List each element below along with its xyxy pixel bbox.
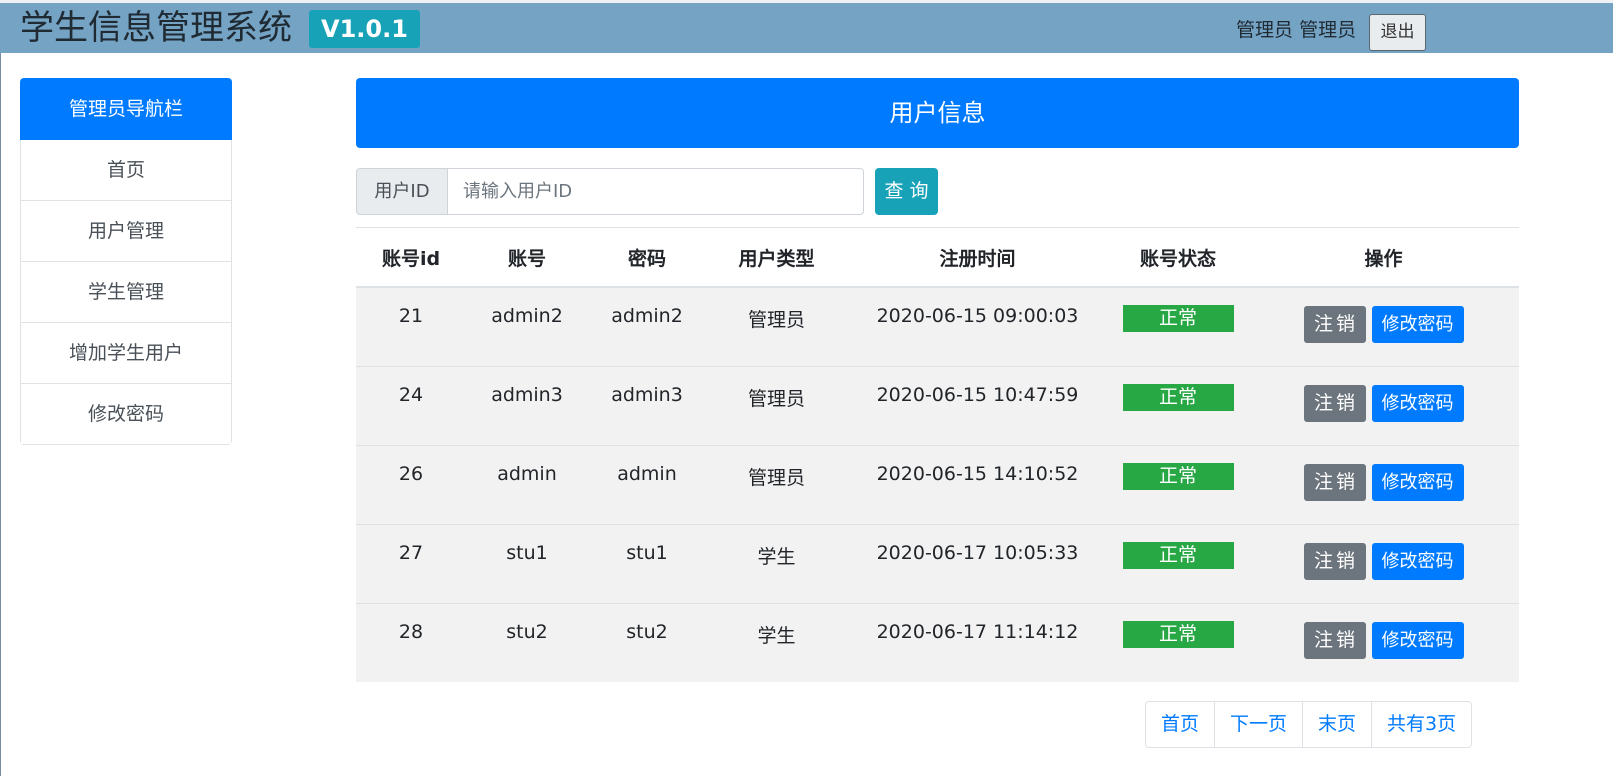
cell-registered: 2020-06-17 11:14:12 bbox=[847, 602, 1108, 682]
user-table: 账号id 账号 密码 用户类型 注册时间 账号状态 操作 21 admin2 a… bbox=[356, 227, 1519, 682]
cell-account: stu1 bbox=[466, 523, 588, 603]
query-button[interactable]: 查 询 bbox=[875, 168, 938, 215]
table-row: 28 stu2 stu2 学生 2020-06-17 11:14:12 正常 注… bbox=[356, 602, 1519, 682]
page-title: 用户信息 bbox=[356, 78, 1519, 148]
user-name: 管理员 bbox=[1299, 19, 1357, 41]
status-badge: 正常 bbox=[1122, 620, 1234, 648]
cell-actions: 注销 修改密码 bbox=[1248, 602, 1519, 682]
cell-user-type: 学生 bbox=[706, 523, 847, 603]
cell-status: 正常 bbox=[1108, 444, 1248, 524]
page-total-count[interactable]: 共有3页 bbox=[1371, 702, 1471, 747]
status-badge: 正常 bbox=[1122, 383, 1234, 411]
pagination: 首页 下一页 末页 共有3页 bbox=[1145, 701, 1473, 748]
cell-password: admin2 bbox=[588, 286, 706, 366]
cell-password: stu2 bbox=[588, 602, 706, 682]
cancel-account-button[interactable]: 注销 bbox=[1303, 306, 1366, 343]
logout-button[interactable]: 退出 bbox=[1369, 14, 1426, 51]
status-badge: 正常 bbox=[1122, 541, 1234, 569]
cell-account: admin2 bbox=[466, 286, 588, 366]
cell-id: 26 bbox=[356, 444, 466, 524]
column-header-actions: 操作 bbox=[1248, 227, 1519, 288]
cell-user-type: 管理员 bbox=[706, 286, 847, 366]
cell-status: 正常 bbox=[1108, 602, 1248, 682]
change-password-button[interactable]: 修改密码 bbox=[1371, 621, 1464, 659]
cell-account: admin bbox=[466, 444, 588, 524]
cell-status: 正常 bbox=[1108, 523, 1248, 603]
cell-account: admin3 bbox=[466, 365, 588, 445]
change-password-button[interactable]: 修改密码 bbox=[1371, 306, 1464, 343]
cell-id: 27 bbox=[356, 523, 466, 603]
cell-actions: 注销 修改密码 bbox=[1248, 286, 1519, 366]
current-user: 管理员 管理员 bbox=[1236, 17, 1356, 43]
user-role: 管理员 bbox=[1236, 19, 1294, 41]
cell-password: admin3 bbox=[588, 365, 706, 445]
sidebar-item-change-password[interactable]: 修改密码 bbox=[21, 383, 231, 444]
page-last-link[interactable]: 末页 bbox=[1302, 702, 1371, 747]
top-navbar: 学生信息管理系统 V1.0.1 管理员 管理员 退出 bbox=[0, 0, 1613, 53]
window-left-edge bbox=[0, 0, 1, 776]
change-password-button[interactable]: 修改密码 bbox=[1371, 384, 1464, 422]
cell-password: stu1 bbox=[588, 523, 706, 603]
status-badge: 正常 bbox=[1122, 305, 1234, 332]
cancel-account-button[interactable]: 注销 bbox=[1303, 463, 1366, 501]
cell-registered: 2020-06-15 14:10:52 bbox=[847, 444, 1108, 524]
column-header-password: 密码 bbox=[588, 227, 706, 288]
cancel-account-button[interactable]: 注销 bbox=[1303, 384, 1366, 422]
user-table-container: 账号id 账号 密码 用户类型 注册时间 账号状态 操作 21 admin2 a… bbox=[356, 227, 1519, 682]
cell-password: admin bbox=[588, 444, 706, 524]
table-row: 26 admin admin 管理员 2020-06-15 14:10:52 正… bbox=[356, 444, 1519, 524]
table-header-row: 账号id 账号 密码 用户类型 注册时间 账号状态 操作 bbox=[356, 227, 1519, 288]
cell-id: 21 bbox=[356, 286, 466, 366]
cell-id: 24 bbox=[356, 365, 466, 445]
table-row: 21 admin2 admin2 管理员 2020-06-15 09:00:03… bbox=[356, 286, 1519, 366]
sidebar-menu: 首页 用户管理 学生管理 增加学生用户 修改密码 bbox=[20, 140, 232, 445]
page-first-link[interactable]: 首页 bbox=[1146, 702, 1214, 747]
cell-registered: 2020-06-17 10:05:33 bbox=[847, 523, 1108, 603]
version-badge: V1.0.1 bbox=[309, 10, 420, 48]
app-title: 学生信息管理系统 bbox=[20, 8, 292, 48]
cancel-account-button[interactable]: 注销 bbox=[1303, 542, 1366, 580]
change-password-button[interactable]: 修改密码 bbox=[1371, 542, 1464, 580]
table-row: 24 admin3 admin3 管理员 2020-06-15 10:47:59… bbox=[356, 365, 1519, 445]
cell-registered: 2020-06-15 10:47:59 bbox=[847, 365, 1108, 445]
sidebar-item-user-management[interactable]: 用户管理 bbox=[21, 200, 231, 261]
status-badge: 正常 bbox=[1122, 462, 1234, 490]
cell-user-type: 学生 bbox=[706, 602, 847, 682]
admin-sidebar: 管理员导航栏 首页 用户管理 学生管理 增加学生用户 修改密码 bbox=[20, 78, 232, 445]
sidebar-item-add-student-user[interactable]: 增加学生用户 bbox=[21, 322, 231, 383]
cell-actions: 注销 修改密码 bbox=[1248, 523, 1519, 603]
column-header-status: 账号状态 bbox=[1108, 227, 1248, 288]
change-password-button[interactable]: 修改密码 bbox=[1371, 463, 1464, 501]
search-label: 用户ID bbox=[356, 168, 447, 215]
sidebar-title: 管理员导航栏 bbox=[20, 78, 232, 140]
cell-registered: 2020-06-15 09:00:03 bbox=[847, 286, 1108, 366]
cell-actions: 注销 修改密码 bbox=[1248, 444, 1519, 524]
cell-account: stu2 bbox=[466, 602, 588, 682]
column-header-id: 账号id bbox=[356, 227, 466, 288]
page-next-link[interactable]: 下一页 bbox=[1214, 702, 1302, 747]
column-header-user-type: 用户类型 bbox=[706, 227, 847, 288]
column-header-account: 账号 bbox=[466, 227, 588, 288]
user-id-search-input[interactable] bbox=[447, 168, 864, 215]
cell-user-type: 管理员 bbox=[706, 365, 847, 445]
sidebar-item-student-management[interactable]: 学生管理 bbox=[21, 261, 231, 322]
cell-user-type: 管理员 bbox=[706, 444, 847, 524]
cell-status: 正常 bbox=[1108, 365, 1248, 445]
cell-actions: 注销 修改密码 bbox=[1248, 365, 1519, 445]
sidebar-item-home[interactable]: 首页 bbox=[21, 140, 231, 200]
cancel-account-button[interactable]: 注销 bbox=[1303, 621, 1366, 659]
table-row: 27 stu1 stu1 学生 2020-06-17 10:05:33 正常 注… bbox=[356, 523, 1519, 603]
cell-id: 28 bbox=[356, 602, 466, 682]
search-group: 用户ID bbox=[356, 168, 864, 215]
column-header-registered: 注册时间 bbox=[847, 227, 1108, 288]
cell-status: 正常 bbox=[1108, 286, 1248, 366]
